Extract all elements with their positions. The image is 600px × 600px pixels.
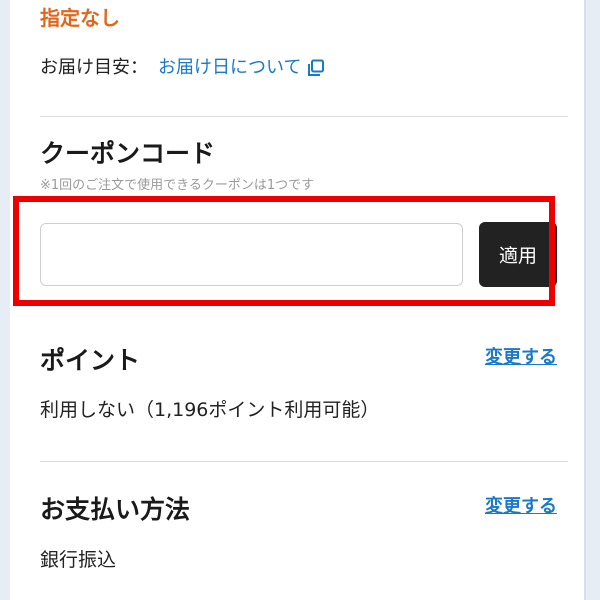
payment-change-link[interactable]: 変更する: [485, 494, 557, 520]
points-change-link[interactable]: 変更する: [485, 345, 557, 371]
copy-icon[interactable]: [307, 59, 325, 77]
delivery-eta-label: お届け目安：: [40, 57, 148, 78]
delivery-info-link[interactable]: お届け日について: [158, 55, 301, 81]
points-value: 利用しない（1,196ポイント利用可能）: [40, 399, 380, 421]
highlight-box: [13, 196, 555, 306]
section-divider: [40, 461, 568, 462]
page-border: [584, 0, 586, 600]
coupon-note: ※1回のご注文で使用できるクーポンは1つです: [40, 178, 315, 193]
points-section-title: ポイント: [40, 346, 141, 375]
coupon-section-title: クーポンコード: [40, 139, 216, 168]
section-divider: [40, 116, 568, 117]
delivery-eta-row: お届け目安： お届け日について: [40, 55, 325, 81]
payment-method-value: 銀行振込: [40, 549, 117, 571]
payment-section-title: お支払い方法: [40, 495, 191, 524]
delivery-specification: 指定なし: [40, 6, 120, 30]
